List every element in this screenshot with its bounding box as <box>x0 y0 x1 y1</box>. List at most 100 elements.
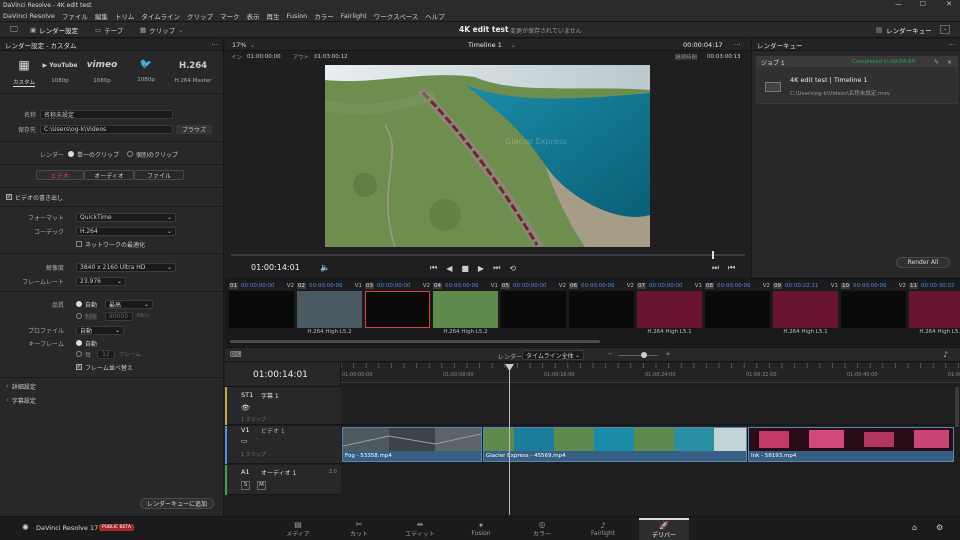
advanced-settings-row[interactable]: › 詳細設定 <box>0 381 224 391</box>
resolution-select[interactable]: 3840 x 2160 Ultra HD ⌄ <box>76 262 176 272</box>
play-reverse-icon[interactable]: ◀ <box>446 264 452 273</box>
volume-icon[interactable]: 🔈 <box>320 263 330 272</box>
page-tab[interactable]: ✂ カット <box>334 518 384 540</box>
menu-mark[interactable]: マーク <box>220 11 240 21</box>
render-job-card[interactable]: ジョブ 1 Completed in 00:04:50 ✎ ✕ 4K edit … <box>756 56 958 104</box>
limit-field[interactable]: 80000 <box>105 311 133 321</box>
preset-h264[interactable]: H.264 H.264 Master <box>170 54 216 92</box>
track-name[interactable]: ビデオ 1 <box>261 426 285 435</box>
framerate-select[interactable]: 23.976 ⌄ <box>76 276 126 286</box>
network-opt-checkbox[interactable] <box>76 241 82 247</box>
menu-edit[interactable]: 編集 <box>95 11 108 21</box>
timeline-render-select[interactable]: タイムライン全体 ⌄ <box>522 350 584 360</box>
chevron-down-icon[interactable]: ⌄ <box>510 41 516 49</box>
audio-meter-icon[interactable]: ♪ <box>943 350 948 359</box>
loop-icon[interactable]: ⟲ <box>509 264 516 273</box>
tab-audio[interactable]: オーディオ <box>84 170 134 180</box>
menu-fusion[interactable]: Fusion <box>286 12 307 20</box>
preset-vimeo[interactable]: vimeo 1080p <box>82 54 122 92</box>
quality-auto-radio[interactable] <box>76 301 82 307</box>
render-queue-toggle[interactable]: ▤ レンダーキュー <box>876 24 932 36</box>
timeline-clip-ink[interactable]: Ink - 58193.mp4 <box>748 427 954 462</box>
menu-fairlight[interactable]: Fairlight <box>341 12 367 20</box>
profile-select[interactable]: 自動 ⌄ <box>76 325 124 335</box>
clip-thumbnail[interactable]: 11 00:00:30:02 H.264 High L5.1 <box>908 281 960 335</box>
page-tab[interactable]: ✦ Fusion <box>456 518 506 540</box>
stop-icon[interactable]: ■ <box>461 264 469 273</box>
page-tab[interactable]: ⇹ エディット <box>395 518 445 540</box>
clip-thumbnail[interactable]: 02 00:00:00:00 V1 H.264 High L5.2 <box>296 281 363 335</box>
menu-trim[interactable]: トリム <box>115 11 135 21</box>
skip-back-icon[interactable]: ⏮ <box>430 263 437 273</box>
keyframe-auto-radio[interactable] <box>76 340 82 346</box>
more-options-icon[interactable]: ··· <box>948 41 955 49</box>
clip-thumbnail[interactable]: 10 00:00:00:00 V2 <box>840 281 907 333</box>
clips-toggle[interactable]: ▦ クリップ ⌄ <box>140 24 184 36</box>
page-tab[interactable]: 🚀 デリバー <box>639 518 689 540</box>
timeline-playhead[interactable] <box>509 364 510 515</box>
eye-icon[interactable]: 👁 <box>241 404 250 412</box>
monitor-icon[interactable]: 🖵 <box>10 25 18 35</box>
timeline-scrollbar[interactable] <box>955 387 959 427</box>
clip-thumbnail[interactable]: 04 00:00:00:00 V1 H.264 High L5.2 <box>432 281 499 335</box>
edit-icon[interactable]: ✎ <box>934 59 939 66</box>
keyframe-interval-field[interactable]: 12 <box>97 349 115 359</box>
minimize-button[interactable]: — <box>895 0 902 8</box>
chevron-down-icon[interactable]: ⌄ <box>249 41 255 49</box>
render-all-button[interactable]: Render All <box>896 257 950 268</box>
timeline-name[interactable]: Timeline 1 <box>468 41 502 49</box>
clip-strip-scrollbar[interactable] <box>230 340 600 343</box>
menu-timeline[interactable]: タイムライン <box>141 11 180 21</box>
individual-clips-radio[interactable] <box>127 151 134 157</box>
timeline-ruler[interactable]: 01:00:00:00 01:00:08:00 01:00:16:00 01:00:2… <box>341 363 960 383</box>
reorder-checkbox[interactable]: ✓ <box>76 364 82 370</box>
chevron-down-icon[interactable]: ⌄ <box>715 41 721 49</box>
skip-forward-icon[interactable]: ⏭ <box>493 263 500 273</box>
quality-select[interactable]: 最高 ⌄ <box>105 299 153 309</box>
next-marker-icon[interactable]: ⏭ <box>712 263 719 273</box>
clip-thumbnail[interactable]: 05 00:00:00:00 V2 <box>500 281 567 333</box>
menu-workspace[interactable]: ワークスペース <box>374 11 419 21</box>
close-icon[interactable]: ✕ <box>947 59 952 66</box>
menu-playback[interactable]: 再生 <box>266 11 279 21</box>
zoom-slider-handle[interactable] <box>641 352 647 358</box>
tab-file[interactable]: ファイル <box>134 170 184 180</box>
timeline-clip-glacier[interactable]: Glacier Express - 45569.mp4 <box>483 427 747 462</box>
clip-thumbnail[interactable]: 03 00:00:00:00 V2 <box>364 281 431 333</box>
menu-help[interactable]: ヘルプ <box>425 11 445 21</box>
menu-clip[interactable]: クリップ <box>187 11 213 21</box>
tape-toggle[interactable]: ▭ テープ <box>95 24 123 36</box>
format-select[interactable]: QuickTime ⌄ <box>76 212 176 222</box>
name-field[interactable]: 名称未設定 <box>40 109 173 119</box>
prev-marker-icon[interactable]: ⏮ <box>728 263 735 273</box>
keyframe-every-radio[interactable] <box>76 351 82 357</box>
more-options-icon[interactable]: ··· <box>211 41 218 49</box>
page-tab[interactable]: ♪ Fairlight <box>578 518 628 540</box>
zoom-in-icon[interactable]: + <box>665 350 671 358</box>
export-video-checkbox[interactable]: ✓ <box>6 194 12 200</box>
monitor-icon[interactable]: ▭ <box>241 437 248 445</box>
clip-thumbnail[interactable]: 07 00:00:00:00 V1 H.264 High L5.1 <box>636 281 703 335</box>
tab-video[interactable]: ビデオ <box>36 170 84 180</box>
settings-gear-icon[interactable]: ⚙ <box>936 523 943 532</box>
single-clip-radio[interactable] <box>68 151 74 157</box>
location-field[interactable]: C:\Users\og-k\Videos <box>40 124 173 134</box>
subtitle-track-lane[interactable] <box>341 387 960 425</box>
page-tab[interactable]: ◎ カラー <box>517 518 567 540</box>
play-icon[interactable]: ▶ <box>478 264 484 273</box>
add-to-queue-button[interactable]: レンダーキューに追加 <box>140 498 214 509</box>
preset-custom[interactable]: ▦ カスタム <box>4 54 44 92</box>
menu-davinci[interactable]: DaVinci Resolve <box>3 12 55 20</box>
render-settings-toggle[interactable]: ▣ レンダー設定 <box>30 24 78 36</box>
close-button[interactable]: ✕ <box>946 0 952 8</box>
menu-view[interactable]: 表示 <box>246 11 259 21</box>
menu-color[interactable]: カラー <box>314 11 334 21</box>
preset-youtube[interactable]: ▶ YouTube 1080p <box>40 54 80 92</box>
audio-track-lane[interactable] <box>341 465 960 515</box>
track-name[interactable]: 字幕 1 <box>261 391 279 400</box>
preset-twitter[interactable]: 🐦 1080p <box>126 54 166 92</box>
timeline-view-icon[interactable]: ⌨ <box>230 350 242 359</box>
codec-select[interactable]: H.264 ⌄ <box>76 226 176 236</box>
clip-thumbnail[interactable]: 08 00:00:00:00 V2 <box>704 281 771 333</box>
zoom-slider-track[interactable] <box>618 355 658 356</box>
